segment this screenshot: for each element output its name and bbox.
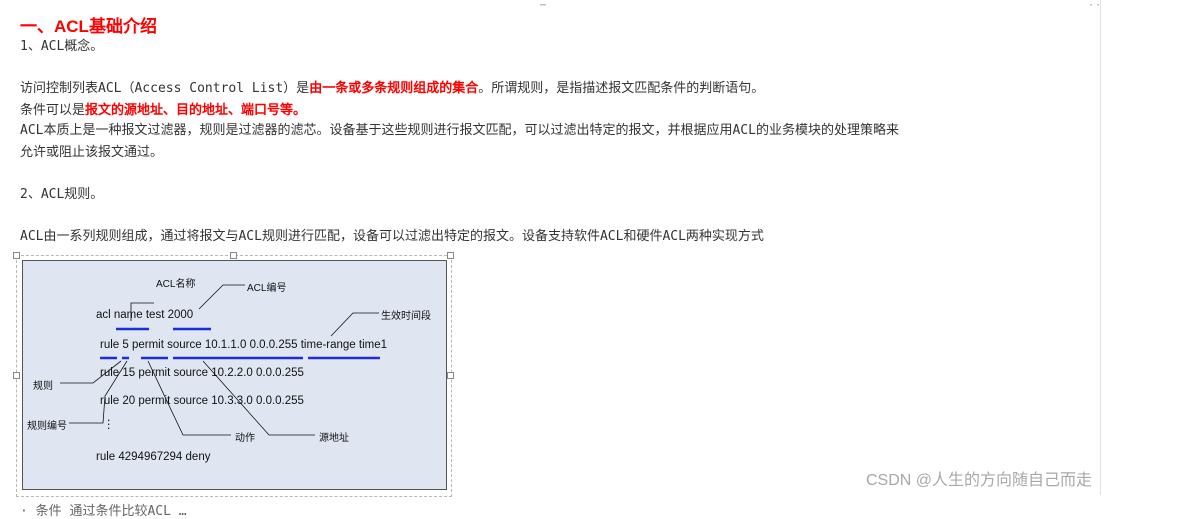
- label-acl-number: ACL编号: [247, 283, 287, 294]
- section2-title: 2、ACL规则。: [20, 187, 104, 202]
- csdn-watermark: CSDN @人生的方向随自己而走: [866, 472, 1093, 489]
- resize-handle-ml[interactable]: [13, 372, 20, 379]
- resize-handle-tc[interactable]: [230, 252, 237, 259]
- cmd-rule-5: rule 5 permit source 10.1.1.0 0.0.0.255 …: [100, 339, 388, 351]
- cmd-rule-last: rule 4294967294 deny: [96, 451, 211, 463]
- resize-handle-tl[interactable]: [13, 252, 20, 259]
- para2-prefix: 条件可以是: [20, 103, 86, 118]
- section-heading: 一、ACL基础介绍: [20, 17, 157, 36]
- leader-acl-number: [198, 284, 245, 310]
- acl-diagram-image[interactable]: ACL名称 ACL编号 生效时间段 规则 规则编号 动作 源地址 acl nam…: [22, 260, 447, 490]
- cmd-rule-15: rule 15 permit source 10.2.2.0 0.0.0.255: [100, 367, 304, 379]
- resize-handle-tr[interactable]: [447, 252, 454, 259]
- label-acl-name: ACL名称: [156, 279, 196, 290]
- label-rule: 规则: [33, 381, 53, 392]
- para1-suffix: 。所谓规则，是指描述报文匹配条件的判断语句。: [478, 81, 765, 96]
- label-time-range: 生效时间段: [381, 311, 431, 322]
- label-rule-number: 规则编号: [27, 421, 67, 432]
- leader-time-range: [330, 312, 379, 337]
- cmd-acl-name: acl name test 2000: [96, 309, 194, 321]
- label-source: 源地址: [319, 433, 349, 444]
- para1-highlight: 由一条或多条规则组成的集合: [309, 81, 479, 96]
- content-border: [1100, 0, 1101, 495]
- paragraph-acl-rules: ACL由一系列规则组成，通过将报文与ACL规则进行匹配，设备可以过滤出特定的报文…: [20, 229, 764, 244]
- paragraph-filter-line2: 允许或阻止该报文通过。: [20, 145, 164, 160]
- cut-off-next-line: · 条件 通过条件比较ACL …: [20, 504, 187, 519]
- resize-handle-icon[interactable]: ⋯: [540, 0, 547, 11]
- paragraph-filter-line1: ACL本质上是一种报文过滤器，规则是过滤器的滤芯。设备基于这些规则进行报文匹配，…: [20, 123, 899, 138]
- para2-highlight: 报文的源地址、目的地址、端口号等。: [85, 103, 307, 118]
- para1-prefix: 访问控制列表ACL（Access Control List）是: [20, 81, 310, 96]
- label-action: 动作: [235, 433, 255, 444]
- paragraph-acl-definition: 访问控制列表ACL（Access Control List）是由一条或多条规则组…: [20, 80, 764, 98]
- cmd-rule-20: rule 20 permit source 10.3.3.0 0.0.0.255: [100, 395, 304, 407]
- resize-handle-mr[interactable]: [447, 372, 454, 379]
- paragraph-conditions: 条件可以是报文的源地址、目的地址、端口号等。: [20, 102, 306, 120]
- ellipsis-vertical: ⋮: [103, 419, 115, 431]
- section1-title: 1、ACL概念。: [20, 39, 104, 54]
- article-page: ⋯ ·· 一、ACL基础介绍 1、ACL概念。 访问控制列表ACL（Access…: [0, 0, 1101, 519]
